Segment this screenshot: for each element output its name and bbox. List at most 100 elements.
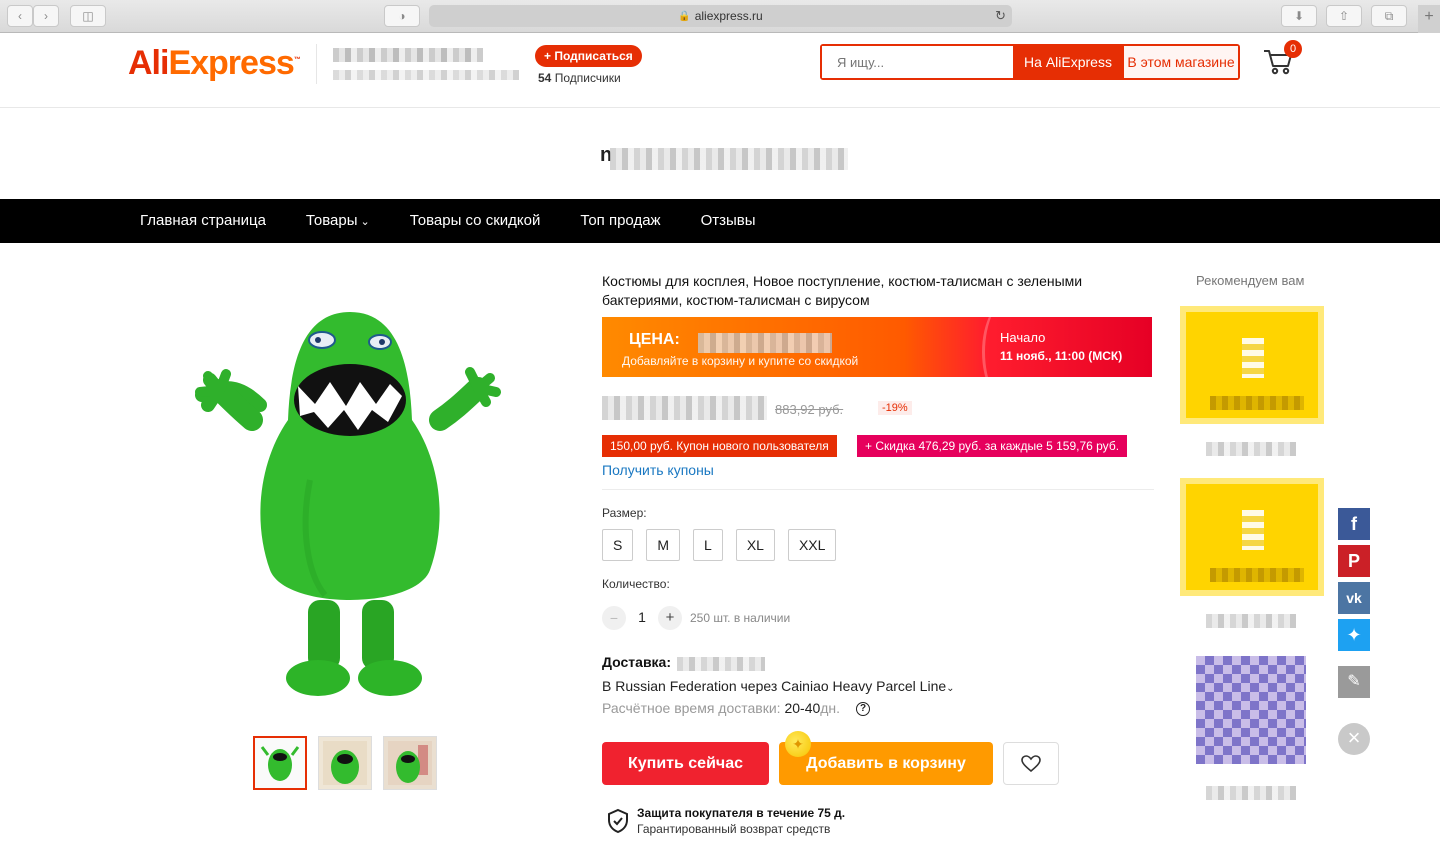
search-aliexpress-button[interactable]: На AliExpress: [1013, 46, 1123, 78]
subscribers-label: Подписчики: [554, 71, 621, 85]
recommended-item-image: [1242, 338, 1264, 378]
close-icon[interactable]: ×: [1338, 723, 1370, 755]
store-discount-coupon[interactable]: + Скидка 476,29 руб. за каждые 5 159,76 …: [857, 435, 1128, 457]
delivery-time: Расчётное время доставки: 20-40дн.: [602, 700, 840, 716]
store-nav: Главная страница Товары ⌄ Товары со скидк…: [0, 199, 1440, 243]
site-header: AliExpress™ + Подписаться 54 Подписчики …: [0, 34, 1440, 108]
sale-price-blurred: [698, 333, 832, 353]
logo-text-express: Express: [168, 44, 294, 82]
browser-toolbar: ‹ › ◫ ◑ 🔒 aliexpress.ru ↻ ⬇ ⇧ ⧉ +: [0, 0, 1440, 33]
sidebar-toggle-icon[interactable]: ◫: [70, 5, 106, 27]
new-user-coupon[interactable]: 150,00 руб. Купон нового пользователя: [602, 435, 837, 457]
divider: [602, 489, 1154, 490]
thumbnail-2[interactable]: [318, 736, 372, 790]
recommended-item-3[interactable]: [1196, 656, 1306, 764]
current-price-blurred: [602, 396, 767, 420]
recommended-item-image-strip: [1210, 396, 1304, 410]
chevron-down-icon: ⌄: [946, 683, 955, 694]
nav-products-label: Товары: [305, 212, 358, 229]
shield-check-icon: [608, 808, 628, 834]
size-option-l[interactable]: L: [693, 529, 723, 561]
search-input[interactable]: [822, 46, 1013, 78]
size-option-m[interactable]: M: [646, 529, 681, 561]
feedback-pencil-icon[interactable]: ✎: [1338, 666, 1370, 698]
size-option-xxl[interactable]: XXL: [787, 529, 837, 561]
store-banner: n: [0, 108, 1440, 199]
thumbnail-strip: [253, 736, 437, 790]
size-option-xl[interactable]: XL: [735, 529, 775, 561]
subscribe-button[interactable]: + Подписаться: [535, 45, 642, 67]
size-label: Размер:: [602, 506, 647, 520]
stock-count: 250 шт. в наличии: [690, 611, 791, 625]
search-box: На AliExpress В этом магазине: [820, 44, 1240, 80]
logo-tm: ™: [293, 56, 301, 64]
quantity-label: Количество:: [602, 577, 670, 591]
lock-icon: 🔒: [678, 10, 691, 22]
size-options: S M L XL XXL: [602, 529, 837, 561]
nav-home[interactable]: Главная страница: [120, 199, 286, 243]
recommend-title: Рекомендуем вам: [1196, 273, 1305, 288]
tabs-icon[interactable]: ⧉: [1371, 5, 1407, 27]
header-divider: [316, 44, 317, 84]
quantity-value[interactable]: 1: [636, 609, 648, 625]
quantity-decrease-button[interactable]: −: [602, 606, 626, 630]
add-to-cart-button[interactable]: Добавить в корзину: [779, 742, 993, 785]
twitter-share-icon[interactable]: ✦: [1338, 619, 1370, 651]
store-rating-blurred: [333, 70, 519, 80]
recommended-item-1-price-blurred: [1206, 442, 1296, 456]
shipping-route-text: В Russian Federation через Cainiao Heavy…: [602, 678, 947, 694]
buyer-protection-subtitle: Гарантированный возврат средств: [637, 822, 831, 836]
nav-reviews[interactable]: Отзывы: [681, 199, 776, 243]
vk-share-icon[interactable]: vk: [1338, 582, 1370, 614]
nav-sale[interactable]: Товары со скидкой: [390, 199, 561, 243]
recommended-item-2[interactable]: [1180, 478, 1324, 596]
delivery-time-value: 20-40: [784, 700, 821, 716]
quantity-increase-button[interactable]: +: [658, 606, 682, 630]
thumbnail-1[interactable]: [253, 736, 307, 790]
back-button[interactable]: ‹: [7, 5, 33, 27]
store-title-blurred: [610, 148, 848, 170]
get-coupons-link[interactable]: Получить купоны: [602, 462, 714, 478]
sale-start-time: 11 нояб., 11:00 (МСК): [1000, 349, 1123, 363]
delivery-time-label: Расчётное время доставки:: [602, 700, 781, 716]
thumbnail-3[interactable]: [383, 736, 437, 790]
old-price: 883,92 руб.: [775, 402, 844, 417]
sale-start-label: Начало: [1000, 330, 1046, 345]
subscribers-number: 54: [538, 71, 552, 85]
share-icon[interactable]: ⇧: [1326, 5, 1362, 27]
wishlist-button[interactable]: [1003, 742, 1059, 785]
shipping-method-selector[interactable]: В Russian Federation через Cainiao Heavy…: [602, 678, 955, 694]
subscribers-count: 54 Подписчики: [538, 71, 621, 85]
search-store-button[interactable]: В этом магазине: [1123, 46, 1238, 78]
cart-count-badge: 0: [1284, 40, 1302, 58]
heart-icon: [1021, 754, 1041, 772]
recommended-item-image: [1242, 510, 1264, 550]
chevron-down-icon: ⌄: [360, 216, 370, 228]
delivery-time-unit: дн.: [820, 700, 841, 716]
nav-products[interactable]: Товары ⌄: [286, 199, 390, 243]
price-banner-subtitle: Добавляйте в корзину и купите со скидкой: [622, 354, 859, 368]
facebook-share-icon[interactable]: f: [1338, 508, 1370, 540]
price-label: ЦЕНА:: [629, 331, 680, 348]
shipping-label: Доставка:: [602, 654, 672, 670]
buy-now-button[interactable]: Купить сейчас: [602, 742, 769, 785]
privacy-shield-icon[interactable]: ◑: [384, 5, 420, 27]
nav-top-sales[interactable]: Топ продаж: [560, 199, 680, 243]
product-main-image[interactable]: [190, 300, 510, 700]
new-tab-button[interactable]: +: [1418, 5, 1440, 33]
banner-decoration: [982, 317, 1042, 377]
downloads-icon[interactable]: ⬇: [1281, 5, 1317, 27]
forward-button[interactable]: ›: [33, 5, 59, 27]
coin-icon: ✦: [785, 731, 811, 757]
pinterest-share-icon[interactable]: P: [1338, 545, 1370, 577]
reload-icon[interactable]: ↻: [995, 8, 1006, 24]
recommended-item-2-price-blurred: [1206, 614, 1296, 628]
logo-text-ali: Ali: [128, 44, 169, 82]
size-option-s[interactable]: S: [602, 529, 634, 561]
recommended-item-3-price-blurred: [1206, 786, 1296, 800]
address-bar[interactable]: 🔒 aliexpress.ru ↻: [429, 5, 1012, 27]
aliexpress-logo[interactable]: AliExpress™: [128, 44, 301, 83]
price-banner: ЦЕНА: Добавляйте в корзину и купите со с…: [602, 317, 1152, 377]
help-icon[interactable]: ?: [856, 702, 870, 716]
recommended-item-1[interactable]: [1180, 306, 1324, 424]
